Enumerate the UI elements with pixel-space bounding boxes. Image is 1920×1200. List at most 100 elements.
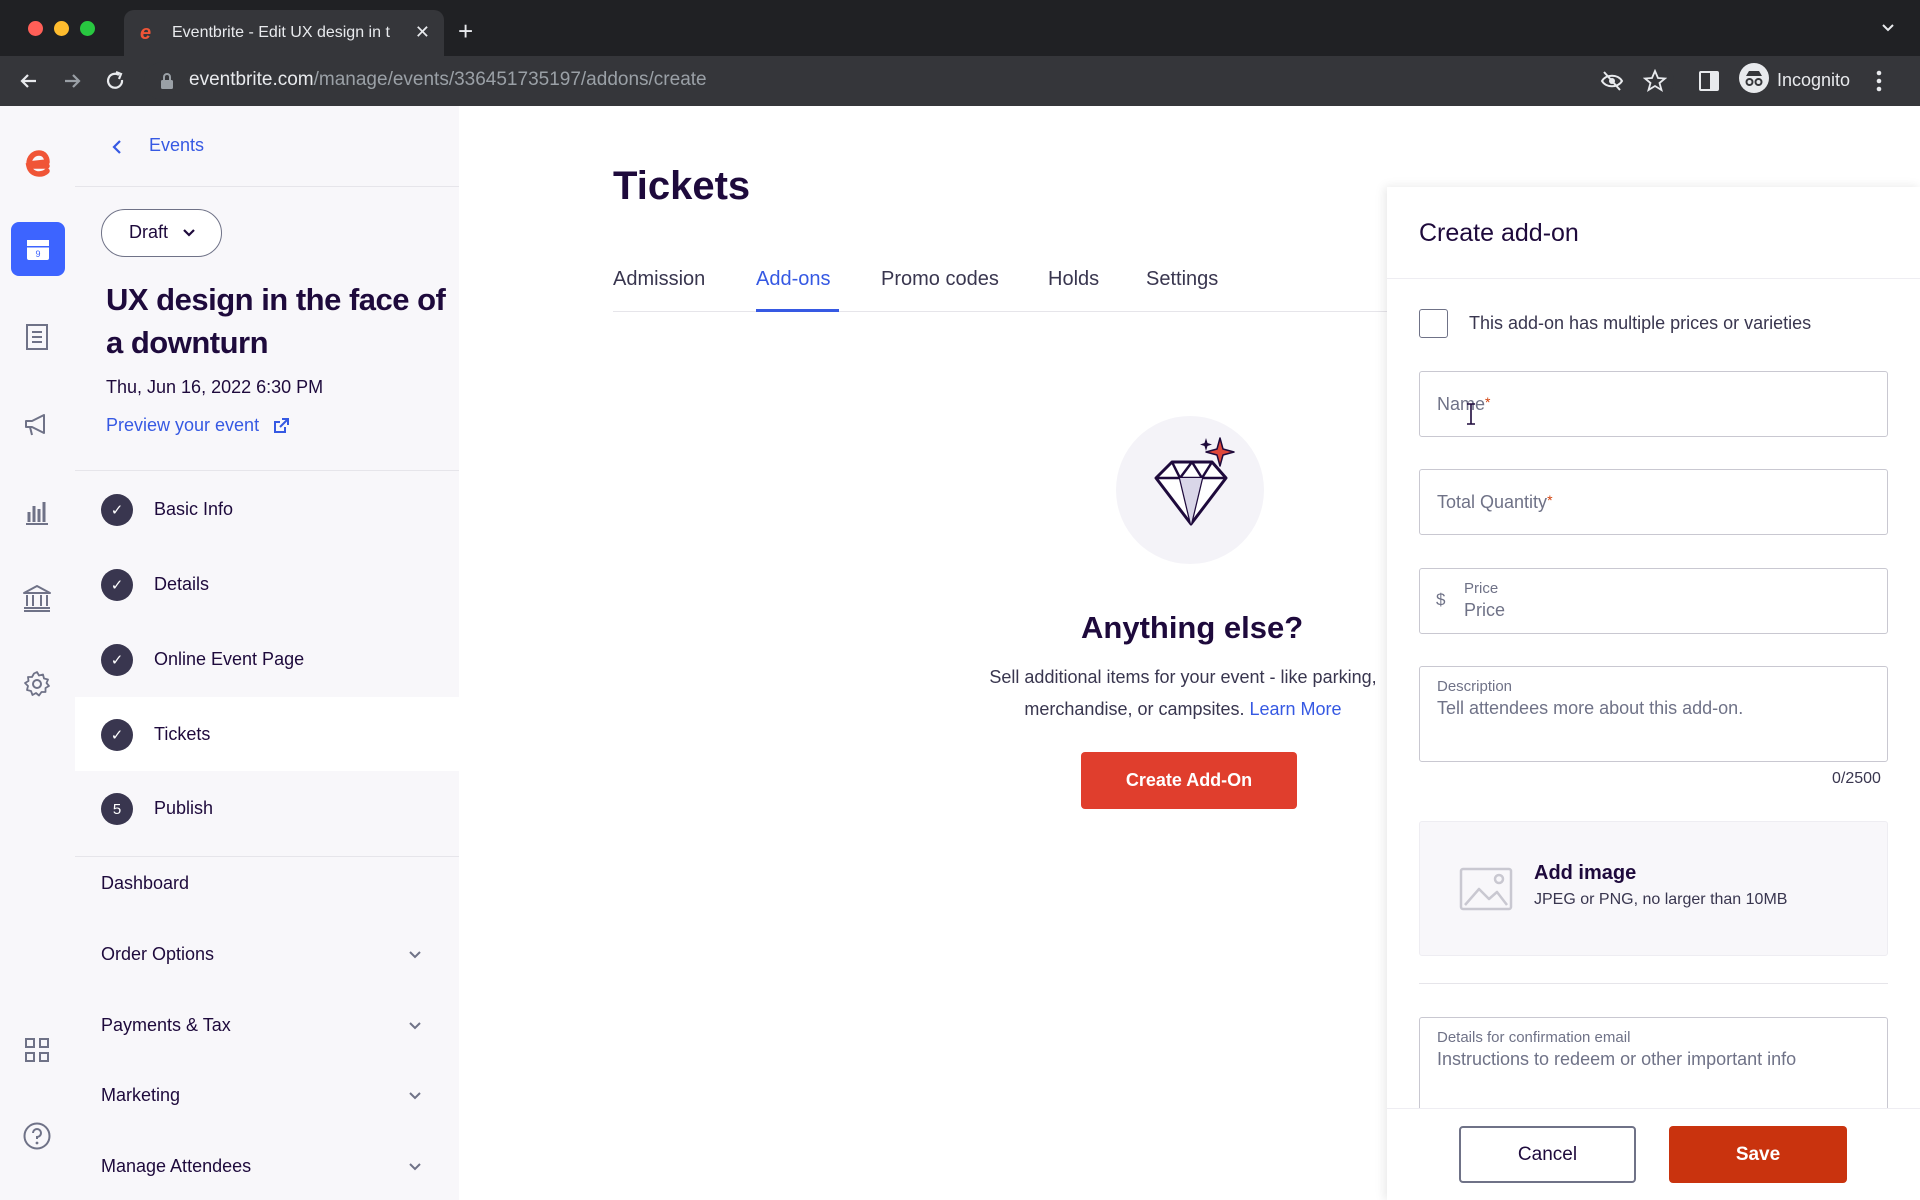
apps-icon[interactable] bbox=[18, 1031, 56, 1069]
event-title: UX design in the face of a downturn bbox=[106, 282, 446, 360]
chevron-down-icon[interactable] bbox=[408, 1091, 422, 1101]
step-basic-info[interactable]: ✓ Basic Info bbox=[75, 472, 459, 546]
required-mark: * bbox=[1485, 394, 1491, 410]
description-counter: 0/2500 bbox=[1832, 770, 1881, 787]
eventbrite-logo[interactable] bbox=[18, 145, 56, 183]
image-placeholder-icon bbox=[1459, 867, 1513, 911]
description-placeholder: Tell attendees more about this add-on. bbox=[1437, 698, 1744, 718]
sidebar-divider bbox=[75, 856, 459, 857]
step-tickets[interactable]: ✓ Tickets bbox=[75, 697, 459, 771]
star-icon[interactable] bbox=[1643, 69, 1667, 93]
name-placeholder-text: Name bbox=[1437, 394, 1486, 414]
reports-icon[interactable] bbox=[18, 493, 56, 531]
price-label: Price bbox=[1464, 580, 1499, 597]
drawer-divider bbox=[1387, 278, 1920, 279]
tab-holds[interactable]: Holds bbox=[1048, 268, 1099, 291]
back-to-events-link[interactable]: Events bbox=[149, 135, 204, 156]
nav-manage-attendees[interactable]: Manage Attendees bbox=[101, 1156, 251, 1177]
more-icon[interactable] bbox=[1876, 69, 1882, 93]
check-icon: ✓ bbox=[101, 494, 133, 526]
tab-close-icon[interactable]: ✕ bbox=[415, 22, 430, 42]
add-image-title: Add image bbox=[1534, 862, 1637, 884]
tab-admission[interactable]: Admission bbox=[613, 268, 705, 291]
save-button[interactable]: Save bbox=[1669, 1126, 1847, 1183]
incognito-icon[interactable] bbox=[1739, 63, 1769, 93]
tab-add-ons[interactable]: Add-ons bbox=[756, 268, 831, 291]
nav-marketing[interactable]: Marketing bbox=[101, 1085, 180, 1106]
empty-state-title: Anything else? bbox=[1081, 610, 1304, 645]
check-icon: ✓ bbox=[101, 569, 133, 601]
step-details[interactable]: ✓ Details bbox=[75, 547, 459, 621]
chevron-left-icon[interactable] bbox=[110, 138, 124, 156]
url-path: /manage/events/336451735197/addons/creat… bbox=[313, 69, 707, 90]
text-cursor-icon bbox=[1467, 403, 1475, 425]
quantity-placeholder: Total Quantity* bbox=[1437, 492, 1553, 513]
currency-symbol: $ bbox=[1436, 590, 1446, 609]
event-date: Thu, Jun 16, 2022 6:30 PM bbox=[106, 377, 324, 397]
chevron-down-icon[interactable] bbox=[408, 950, 422, 960]
lock-icon[interactable] bbox=[160, 72, 174, 90]
nav-dashboard[interactable]: Dashboard bbox=[101, 873, 189, 894]
close-window-icon[interactable] bbox=[28, 21, 43, 36]
finance-icon[interactable] bbox=[18, 579, 56, 617]
chevron-down-icon[interactable] bbox=[408, 1021, 422, 1031]
empty-state-description: Sell additional items for your event - l… bbox=[983, 661, 1383, 725]
multiple-prices-checkbox[interactable] bbox=[1419, 309, 1448, 338]
description-label: Description bbox=[1437, 678, 1513, 695]
megaphone-icon[interactable] bbox=[18, 406, 56, 444]
eventbrite-favicon-icon: e bbox=[140, 22, 152, 44]
nav-payments-tax[interactable]: Payments & Tax bbox=[101, 1015, 231, 1036]
preview-event-link[interactable]: Preview your event bbox=[106, 415, 259, 436]
incognito-label[interactable]: Incognito bbox=[1777, 70, 1850, 91]
sidepanel-icon[interactable] bbox=[1699, 71, 1719, 91]
page-title: Tickets bbox=[613, 164, 751, 208]
eye-off-icon[interactable] bbox=[1600, 70, 1624, 92]
step-publish[interactable]: 5 Publish bbox=[75, 771, 459, 845]
tab-settings[interactable]: Settings bbox=[1146, 268, 1218, 291]
sidebar-divider bbox=[75, 470, 459, 471]
back-icon[interactable] bbox=[16, 68, 42, 94]
nav-order-options[interactable]: Order Options bbox=[101, 944, 214, 965]
diamond-illustration bbox=[1116, 416, 1264, 564]
multiple-prices-label[interactable]: This add-on has multiple prices or varie… bbox=[1469, 313, 1811, 334]
browser-tab-bar: e Eventbrite - Edit UX design in t ✕ + bbox=[0, 0, 1920, 56]
new-tab-icon[interactable]: + bbox=[458, 18, 473, 44]
tab-search-chevron-icon[interactable] bbox=[1882, 22, 1894, 34]
tabs-divider bbox=[613, 311, 1388, 312]
step-label: Details bbox=[154, 574, 210, 594]
tab-title: Eventbrite - Edit UX design in t bbox=[172, 24, 390, 41]
drawer-divider bbox=[1419, 983, 1888, 984]
step-online-event-page[interactable]: ✓ Online Event Page bbox=[75, 622, 459, 696]
diamond-icon bbox=[1154, 437, 1235, 526]
url-text[interactable]: eventbrite.com/manage/events/33645173519… bbox=[189, 69, 707, 91]
add-image-hint: JPEG or PNG, no larger than 10MB bbox=[1534, 891, 1788, 908]
maximize-window-icon[interactable] bbox=[80, 21, 95, 36]
minimize-window-icon[interactable] bbox=[54, 21, 69, 36]
browser-tab[interactable]: e Eventbrite - Edit UX design in t ✕ bbox=[124, 10, 444, 56]
chevron-down-icon[interactable] bbox=[408, 1162, 422, 1172]
orders-icon[interactable] bbox=[18, 318, 56, 356]
price-placeholder: Price bbox=[1464, 600, 1506, 620]
external-link-icon[interactable] bbox=[272, 417, 290, 435]
step-number: 5 bbox=[101, 793, 133, 825]
empty-desc-line-1: Sell additional items for your event - l… bbox=[989, 667, 1377, 687]
url-host: eventbrite.com bbox=[189, 69, 314, 90]
calendar-icon[interactable]: 9 bbox=[11, 222, 65, 276]
learn-more-link[interactable]: Learn More bbox=[1250, 699, 1342, 719]
empty-desc-line-2: merchandise, or campsites. bbox=[1024, 699, 1245, 719]
confirmation-email-label: Details for confirmation email bbox=[1437, 1029, 1631, 1046]
reload-icon[interactable] bbox=[102, 68, 128, 94]
settings-icon[interactable] bbox=[18, 665, 56, 703]
step-label: Basic Info bbox=[154, 499, 234, 519]
name-placeholder: Name* bbox=[1437, 394, 1490, 415]
help-icon[interactable] bbox=[18, 1117, 56, 1155]
status-label[interactable]: Draft bbox=[129, 222, 168, 243]
forward-icon[interactable] bbox=[59, 68, 85, 94]
check-icon: ✓ bbox=[101, 719, 133, 751]
tab-promo-codes[interactable]: Promo codes bbox=[881, 268, 999, 291]
cancel-button[interactable]: Cancel bbox=[1459, 1126, 1636, 1183]
drawer-title: Create add-on bbox=[1419, 219, 1579, 247]
create-add-on-button[interactable]: Create Add-On bbox=[1081, 752, 1297, 809]
chevron-down-icon[interactable] bbox=[182, 228, 196, 238]
check-icon: ✓ bbox=[101, 644, 133, 676]
